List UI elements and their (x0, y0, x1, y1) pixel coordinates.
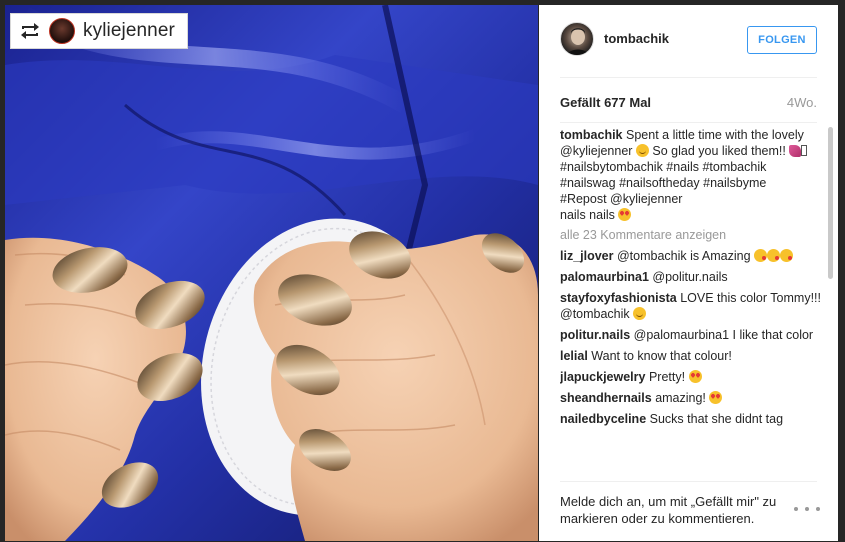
photo-illustration (5, 5, 538, 541)
caption-line: nails nails (560, 208, 615, 222)
comment-item: nailedbyceline Sucks that she didnt tag (560, 411, 822, 427)
comment-item: liz_jlover @tombachik is Amazing (560, 248, 822, 264)
comment-username[interactable]: palomaurbina1 (560, 270, 649, 284)
author-avatar[interactable] (560, 22, 594, 56)
comment-username[interactable]: stayfoxyfashionista (560, 291, 677, 305)
comment-text: amazing! (655, 391, 706, 405)
caption-hashtags[interactable]: #nailsbytombachik #nails #tombachik #nai… (560, 160, 766, 190)
more-dot (816, 507, 820, 511)
comment-text: @tombachik is Amazing (616, 249, 751, 263)
view-all-comments-link[interactable]: alle 23 Kommentare anzeigen (560, 227, 822, 243)
post-header: tombachik FOLGEN (539, 5, 838, 78)
heart-eyes-emoji-icon (688, 370, 702, 383)
kiss-emoji-icon (754, 249, 768, 262)
comment-item: stayfoxyfashionista LOVE this color Tomm… (560, 290, 822, 322)
comment-item: jlapuckjewelry Pretty! (560, 369, 822, 385)
comment-item: sheandhernails amazing! (560, 390, 822, 406)
reposted-user-avatar (49, 18, 75, 44)
post-side-panel: tombachik FOLGEN Gefällt 677 Mal 4Wo. to… (539, 5, 838, 541)
comment-text: Sucks that she didnt tag (649, 412, 784, 426)
more-dot (794, 507, 798, 511)
reposted-username[interactable]: kyliejenner (83, 20, 175, 42)
comment-username[interactable]: jlapuckjewelry (560, 370, 645, 384)
comment-text: Pretty! (648, 370, 686, 384)
more-dot (805, 507, 809, 511)
heart-eyes-emoji-icon (709, 391, 723, 404)
heart-eyes-emoji-icon (618, 208, 632, 221)
caption-username[interactable]: tombachik (560, 128, 623, 142)
smile-emoji-icon (635, 144, 649, 157)
comment-username[interactable]: sheandhernails (560, 391, 652, 405)
comment-username[interactable]: politur.nails (560, 328, 630, 342)
nail-polish-emoji-icon (789, 145, 802, 157)
divider (560, 481, 817, 482)
post-window: kyliejenner tombachik FOLGEN Gefällt 677… (0, 0, 845, 542)
kiss-emoji-icon (767, 249, 781, 262)
kiss-emoji-icon (780, 249, 794, 262)
login-prompt[interactable]: Melde dich an, um mit „Gefällt mir" zu m… (560, 493, 790, 527)
divider (560, 77, 817, 78)
scrollbar-thumb[interactable] (828, 127, 833, 279)
more-options-icon[interactable] (794, 503, 820, 515)
likes-count[interactable]: Gefällt 677 Mal (560, 95, 651, 110)
likes-row: Gefällt 677 Mal 4Wo. (560, 95, 817, 111)
comment-text: @palomaurbina1 I like that color (633, 328, 814, 342)
comment-username[interactable]: nailedbyceline (560, 412, 646, 426)
author-username[interactable]: tombachik (604, 31, 669, 46)
caption-line: So glad you liked them!! (652, 144, 786, 158)
post-caption: tombachik Spent a little time with the l… (560, 127, 822, 223)
post-photo[interactable]: kyliejenner (5, 5, 538, 541)
comment-text: @politur.nails (652, 270, 728, 284)
comments-list[interactable]: tombachik Spent a little time with the l… (560, 127, 822, 481)
repost-icon (19, 22, 41, 40)
caption-repost-line[interactable]: #Repost @kyliejenner (560, 192, 682, 206)
repost-badge[interactable]: kyliejenner (10, 13, 188, 49)
unknown-glyph-icon (801, 145, 808, 156)
comments-scrollbar[interactable] (828, 127, 833, 481)
follow-button[interactable]: FOLGEN (747, 26, 817, 54)
grin-emoji-icon (633, 307, 647, 320)
comment-item: politur.nails @palomaurbina1 I like that… (560, 327, 822, 343)
divider (560, 122, 817, 123)
comment-username[interactable]: liz_jlover (560, 249, 614, 263)
comment-text: Want to know that colour! (591, 349, 732, 363)
comment-item: palomaurbina1 @politur.nails (560, 269, 822, 285)
comment-username[interactable]: lelial (560, 349, 588, 363)
comment-item: lelial Want to know that colour! (560, 348, 822, 364)
post-age[interactable]: 4Wo. (787, 95, 817, 110)
